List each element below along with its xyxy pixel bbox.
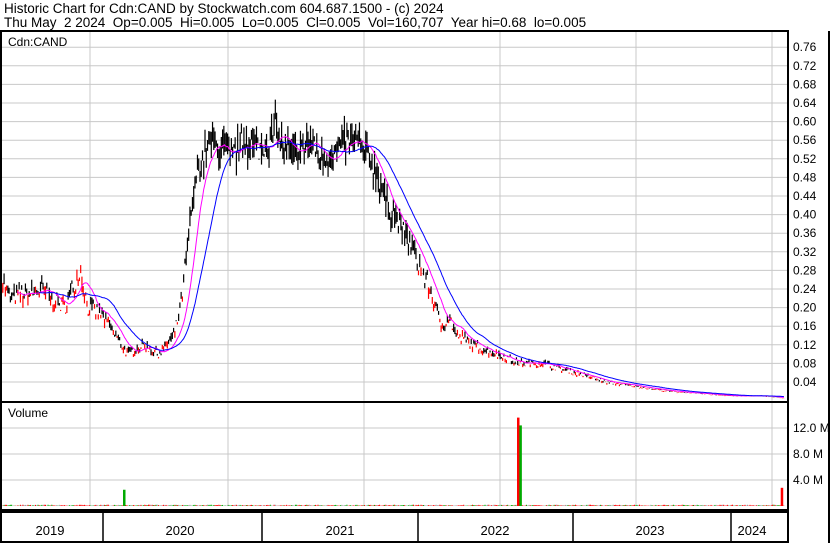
price-tick-label: 0.56 bbox=[793, 133, 817, 147]
short-moving-average-line bbox=[17, 135, 784, 398]
price-tick-label: 0.72 bbox=[793, 59, 817, 73]
price-tick-label: 0.76 bbox=[793, 40, 817, 54]
price-tick-label: 0.52 bbox=[793, 152, 817, 166]
volume-spike-bar bbox=[517, 417, 520, 506]
price-tick-label: 0.64 bbox=[793, 96, 817, 110]
volume-spike-bar bbox=[519, 425, 522, 506]
chart-window: Historic Chart for Cdn:CAND by Stockwatc… bbox=[0, 0, 830, 543]
year-axis-frame bbox=[0, 511, 789, 543]
volume-tick-label: 4.0 M bbox=[793, 473, 823, 487]
price-tick-label: 0.44 bbox=[793, 189, 817, 203]
volume-label: Volume bbox=[8, 406, 48, 420]
year-label: 2022 bbox=[481, 523, 510, 538]
year-label: 2024 bbox=[738, 523, 767, 538]
price-tick-label: 0.36 bbox=[793, 226, 817, 240]
price-tick-label: 0.48 bbox=[793, 170, 817, 184]
price-tick-label: 0.12 bbox=[793, 338, 817, 352]
price-tick-label: 0.24 bbox=[793, 282, 817, 296]
price-tick-label: 0.40 bbox=[793, 208, 817, 222]
year-label: 2020 bbox=[166, 523, 195, 538]
volume-tick-label: 12.0 M bbox=[793, 421, 830, 435]
volume-spike-bar bbox=[123, 489, 126, 506]
year-label: 2019 bbox=[36, 523, 65, 538]
price-tick-label: 0.04 bbox=[793, 375, 817, 389]
price-tick-label: 0.20 bbox=[793, 301, 817, 315]
price-tick-label: 0.60 bbox=[793, 115, 817, 129]
volume-spike-bar bbox=[780, 487, 784, 506]
volume-tick-label: 8.0 M bbox=[793, 447, 823, 461]
year-label: 2021 bbox=[326, 523, 355, 538]
price-volume-chart: 0.04 0.08 0.12 0.16 0.20 0.24 0.28 0.32 0.36 0.40… bbox=[0, 30, 830, 543]
volume-panel-frame bbox=[0, 401, 789, 511]
price-tick-label: 0.28 bbox=[793, 263, 817, 277]
long-moving-average-line bbox=[39, 141, 784, 398]
price-tick-label: 0.16 bbox=[793, 319, 817, 333]
price-tick-label: 0.68 bbox=[793, 77, 817, 91]
price-tick-label: 0.08 bbox=[793, 356, 817, 370]
price-tick-label: 0.32 bbox=[793, 245, 817, 259]
year-label: 2023 bbox=[636, 523, 665, 538]
symbol-label: Cdn:CAND bbox=[8, 35, 68, 49]
